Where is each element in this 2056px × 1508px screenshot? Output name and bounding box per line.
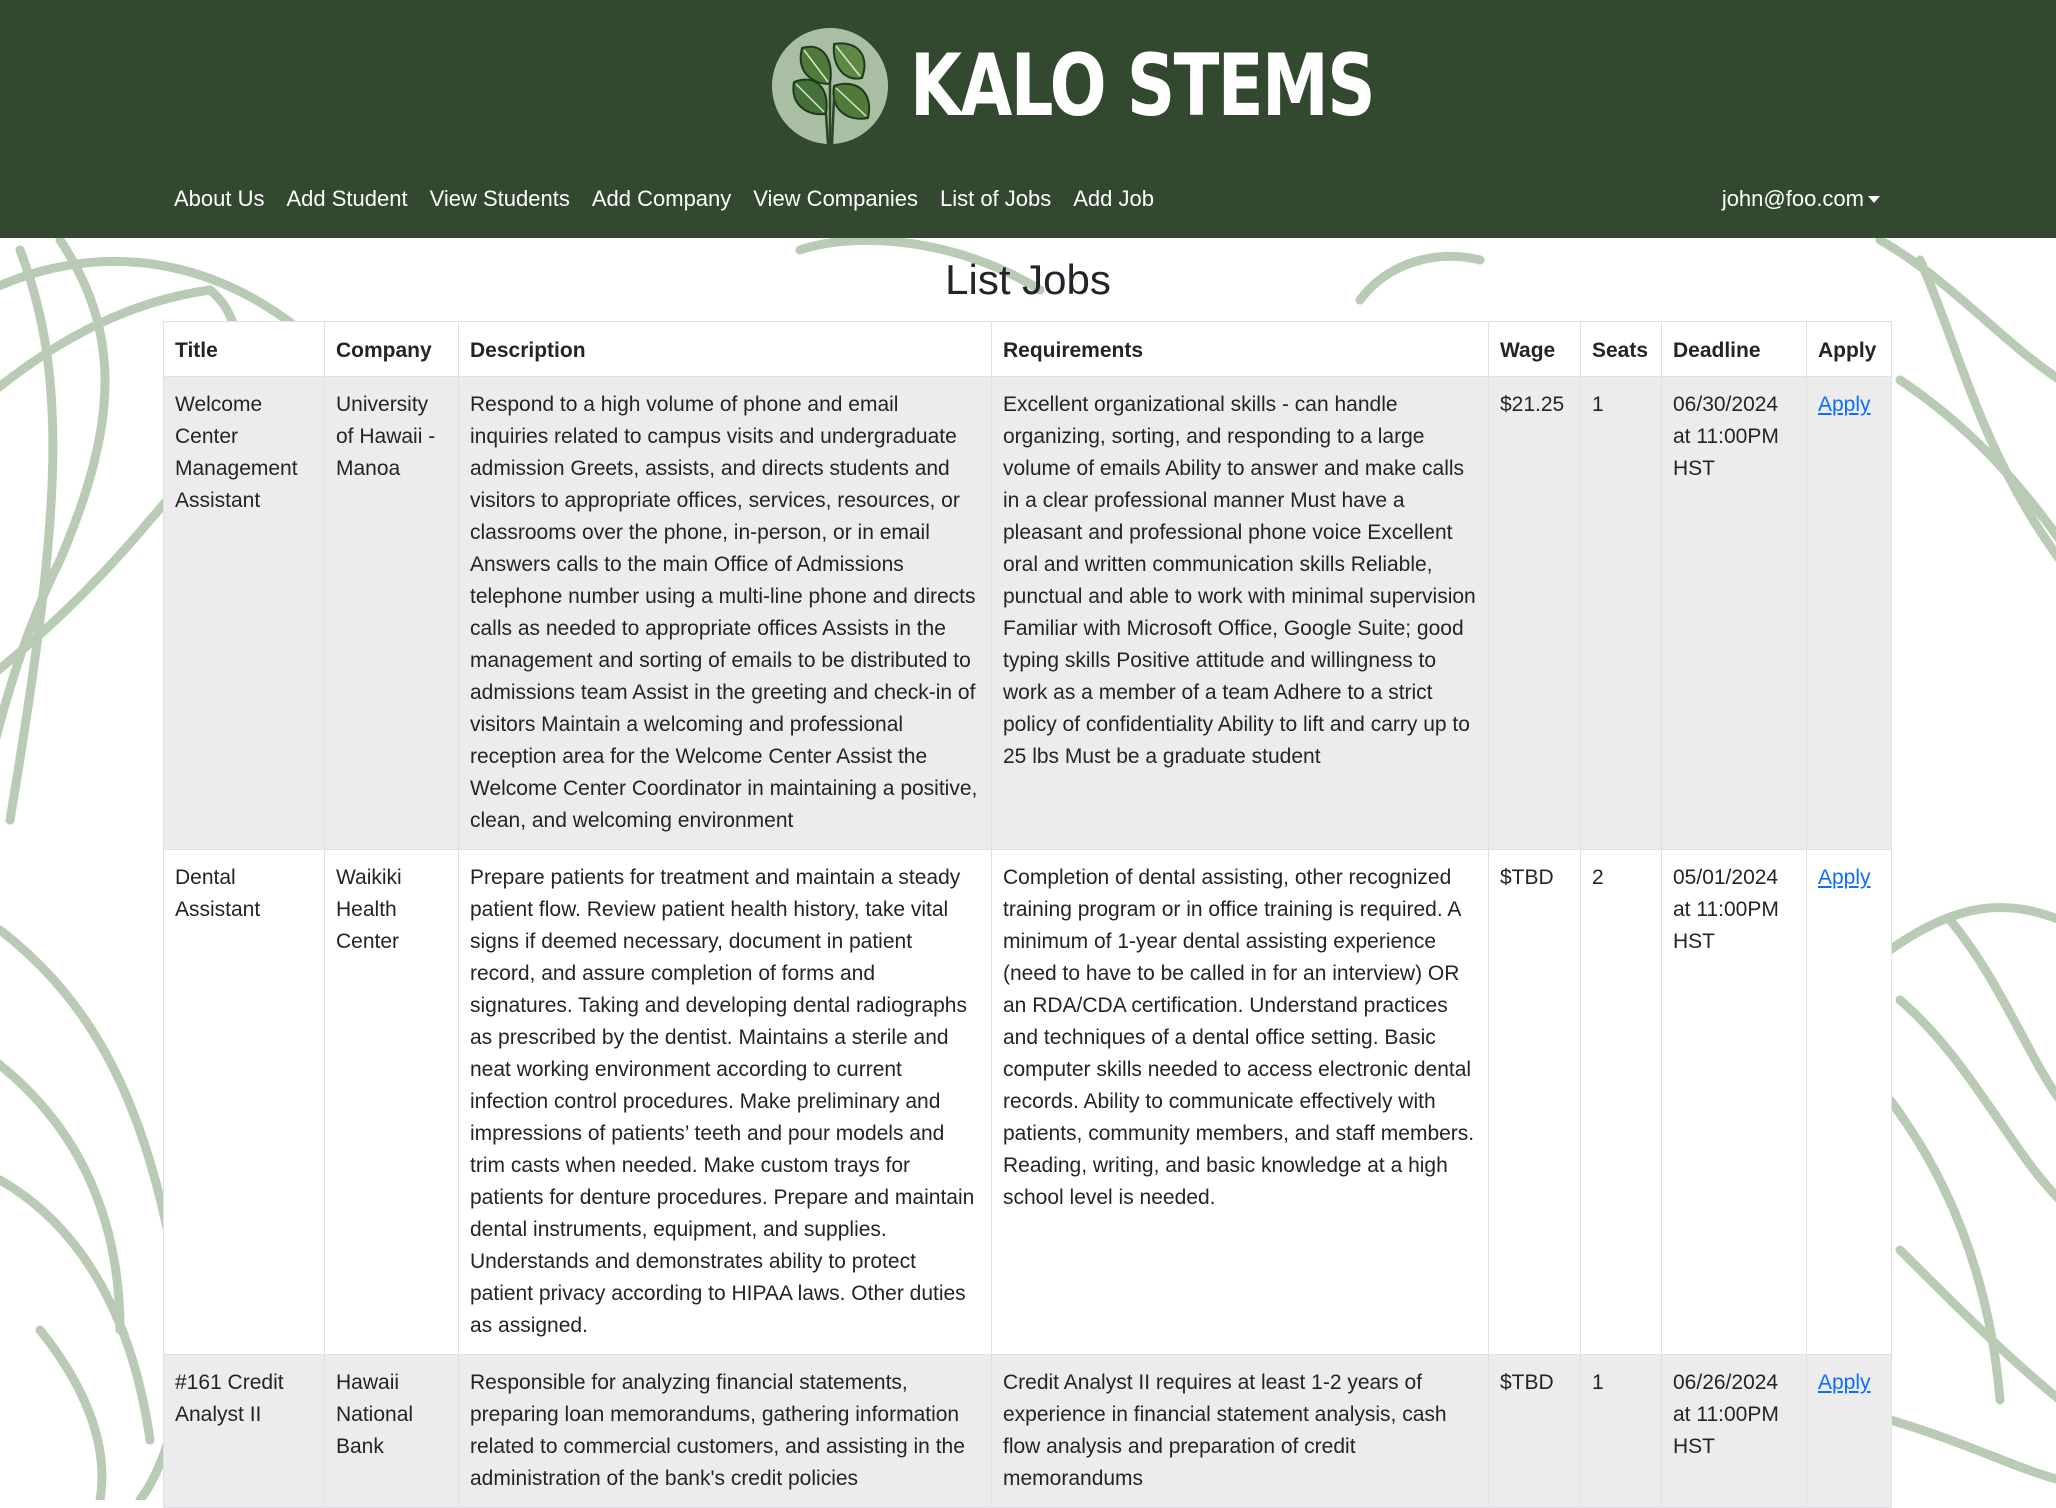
cell-requirements: Completion of dental assisting, other re…: [991, 849, 1489, 1355]
cell-seats: 2: [1580, 849, 1662, 1355]
column-header-seats: Seats: [1580, 321, 1662, 377]
jobs-table: Title Company Description Requirements W…: [163, 321, 1892, 1508]
cell-description: Responsible for analyzing financial stat…: [458, 1354, 992, 1508]
column-header-deadline: Deadline: [1661, 321, 1807, 377]
apply-link[interactable]: Apply: [1818, 393, 1871, 416]
apply-link[interactable]: Apply: [1818, 866, 1871, 889]
column-header-title: Title: [163, 321, 325, 377]
table-row: #161 Credit Analyst II Hawaii National B…: [163, 1354, 1892, 1508]
page-title: List Jobs: [945, 256, 1111, 303]
chevron-down-icon: [1868, 195, 1880, 203]
column-header-wage: Wage: [1488, 321, 1581, 377]
column-header-description: Description: [458, 321, 992, 377]
brand[interactable]: KALO STEMS: [772, 27, 1505, 145]
nav-view-students[interactable]: View Students: [430, 186, 570, 212]
nav-add-student[interactable]: Add Student: [287, 186, 408, 212]
table-row: Welcome Center Management Assistant Univ…: [163, 376, 1892, 850]
cell-deadline: 05/01/2024 at 11:00PM HST: [1661, 849, 1807, 1355]
cell-title: #161 Credit Analyst II: [163, 1354, 325, 1508]
cell-company: University of Hawaii - Manoa: [324, 376, 459, 850]
column-header-requirements: Requirements: [991, 321, 1489, 377]
cell-title: Dental Assistant: [163, 849, 325, 1355]
cell-requirements: Excellent organizational skills - can ha…: [991, 376, 1489, 850]
cell-wage: $TBD: [1488, 1354, 1581, 1508]
apply-link[interactable]: Apply: [1818, 1371, 1871, 1394]
nav-add-job[interactable]: Add Job: [1073, 186, 1154, 212]
nav-about-us[interactable]: About Us: [174, 186, 265, 212]
cell-wage: $TBD: [1488, 849, 1581, 1355]
cell-requirements: Credit Analyst II requires at least 1-2 …: [991, 1354, 1489, 1508]
column-header-company: Company: [324, 321, 459, 377]
nav-list-of-jobs[interactable]: List of Jobs: [940, 186, 1051, 212]
site-header: KALO STEMS About Us Add Student View Stu…: [0, 0, 2056, 238]
cell-apply: Apply: [1806, 1354, 1892, 1508]
cell-deadline: 06/30/2024 at 11:00PM HST: [1661, 376, 1807, 850]
cell-company: Hawaii National Bank: [324, 1354, 459, 1508]
table-header-row: Title Company Description Requirements W…: [163, 321, 1892, 377]
nav-add-company[interactable]: Add Company: [592, 186, 731, 212]
cell-deadline: 06/26/2024 at 11:00PM HST: [1661, 1354, 1807, 1508]
user-email: john@foo.com: [1721, 186, 1864, 211]
cell-description: Respond to a high volume of phone and em…: [458, 376, 992, 850]
taro-leaf-logo-icon: [772, 28, 888, 144]
cell-apply: Apply: [1806, 376, 1892, 850]
cell-description: Prepare patients for treatment and maint…: [458, 849, 992, 1355]
cell-seats: 1: [1580, 1354, 1662, 1508]
cell-seats: 1: [1580, 376, 1662, 850]
cell-title: Welcome Center Management Assistant: [163, 376, 325, 850]
cell-wage: $21.25: [1488, 376, 1581, 850]
main-nav: About Us Add Student View Students Add C…: [174, 186, 1176, 212]
table-row: Dental Assistant Waikiki Health Center P…: [163, 849, 1892, 1355]
cell-company: Waikiki Health Center: [324, 849, 459, 1355]
column-header-apply: Apply: [1806, 321, 1892, 377]
jobs-table-container: Title Company Description Requirements W…: [163, 321, 1892, 1508]
nav-view-companies[interactable]: View Companies: [753, 186, 918, 212]
user-dropdown[interactable]: john@foo.com: [1722, 186, 1880, 212]
brand-name: KALO STEMS: [910, 36, 1376, 136]
cell-apply: Apply: [1806, 849, 1892, 1355]
